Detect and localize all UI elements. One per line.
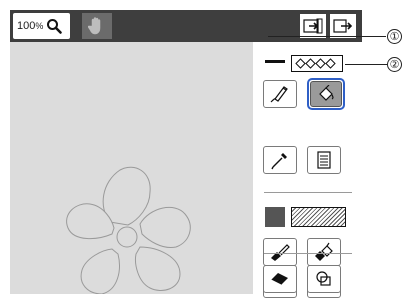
pen-line-icon bbox=[270, 86, 288, 103]
import-icon bbox=[303, 18, 323, 34]
separator-bottom bbox=[264, 253, 352, 254]
region-type-preview[interactable] bbox=[291, 55, 343, 72]
fill-pattern-swatch[interactable] bbox=[291, 207, 346, 227]
import-button[interactable] bbox=[300, 14, 326, 38]
region-draw-button[interactable] bbox=[310, 81, 342, 107]
embroidery-drawing-screen: 100% ① ② bbox=[0, 0, 419, 303]
separator bbox=[264, 192, 352, 193]
zoom-button[interactable]: 100% bbox=[13, 13, 70, 39]
brush-icon bbox=[271, 244, 290, 261]
callout-2-leader bbox=[345, 64, 387, 65]
callout-1: ① bbox=[387, 29, 402, 44]
export-icon bbox=[333, 19, 353, 33]
select-shapes-icon bbox=[316, 271, 331, 286]
eraser-icon bbox=[270, 273, 288, 286]
top-toolbar: 100% bbox=[10, 10, 362, 42]
flower-outline bbox=[66, 166, 191, 294]
tool-panel bbox=[253, 42, 362, 298]
line-color-picker-button[interactable] bbox=[263, 146, 297, 174]
callout-2: ② bbox=[387, 57, 402, 72]
hand-icon bbox=[88, 17, 101, 35]
export-button[interactable] bbox=[330, 14, 356, 38]
pan-button[interactable] bbox=[82, 13, 112, 39]
line-draw-button[interactable] bbox=[263, 80, 297, 108]
magnifier-icon bbox=[47, 19, 63, 34]
brush-tool-button[interactable] bbox=[263, 238, 297, 266]
document-lines-icon bbox=[317, 151, 331, 169]
eraser-button[interactable] bbox=[263, 265, 297, 293]
eyedropper-icon bbox=[271, 153, 287, 170]
paint-bucket-icon bbox=[319, 85, 334, 101]
callout-1-leader bbox=[268, 36, 386, 37]
line-style-bar bbox=[265, 60, 285, 63]
select-button[interactable] bbox=[307, 265, 341, 293]
drawing-canvas[interactable] bbox=[10, 42, 253, 294]
fill-tool-button[interactable] bbox=[307, 238, 341, 266]
line-property-button[interactable] bbox=[307, 146, 341, 174]
paint-bucket-fill-icon bbox=[315, 242, 333, 261]
diamond-pattern-icon bbox=[295, 58, 336, 69]
fill-color-swatch[interactable] bbox=[265, 207, 285, 227]
zoom-level: 100% bbox=[17, 20, 44, 32]
